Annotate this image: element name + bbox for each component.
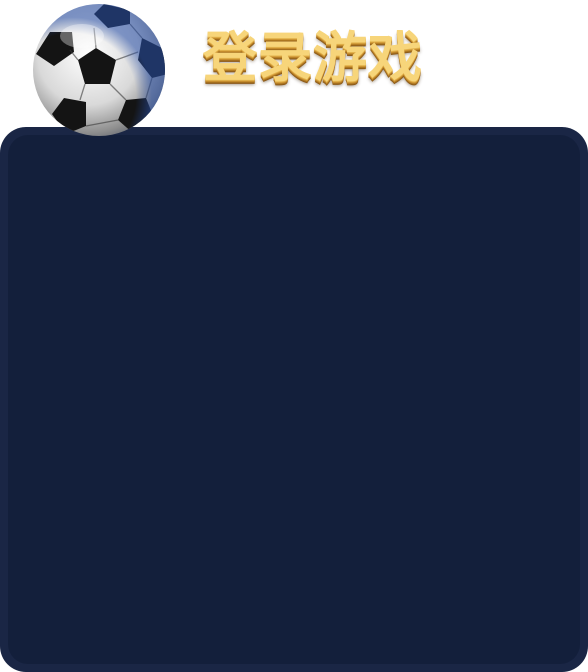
login-dialog: 登录游戏 — [0, 0, 588, 672]
login-panel-content — [8, 135, 580, 664]
login-panel — [0, 127, 588, 672]
soccer-ball-icon — [30, 2, 168, 138]
page-title: 登录游戏 — [203, 26, 423, 89]
